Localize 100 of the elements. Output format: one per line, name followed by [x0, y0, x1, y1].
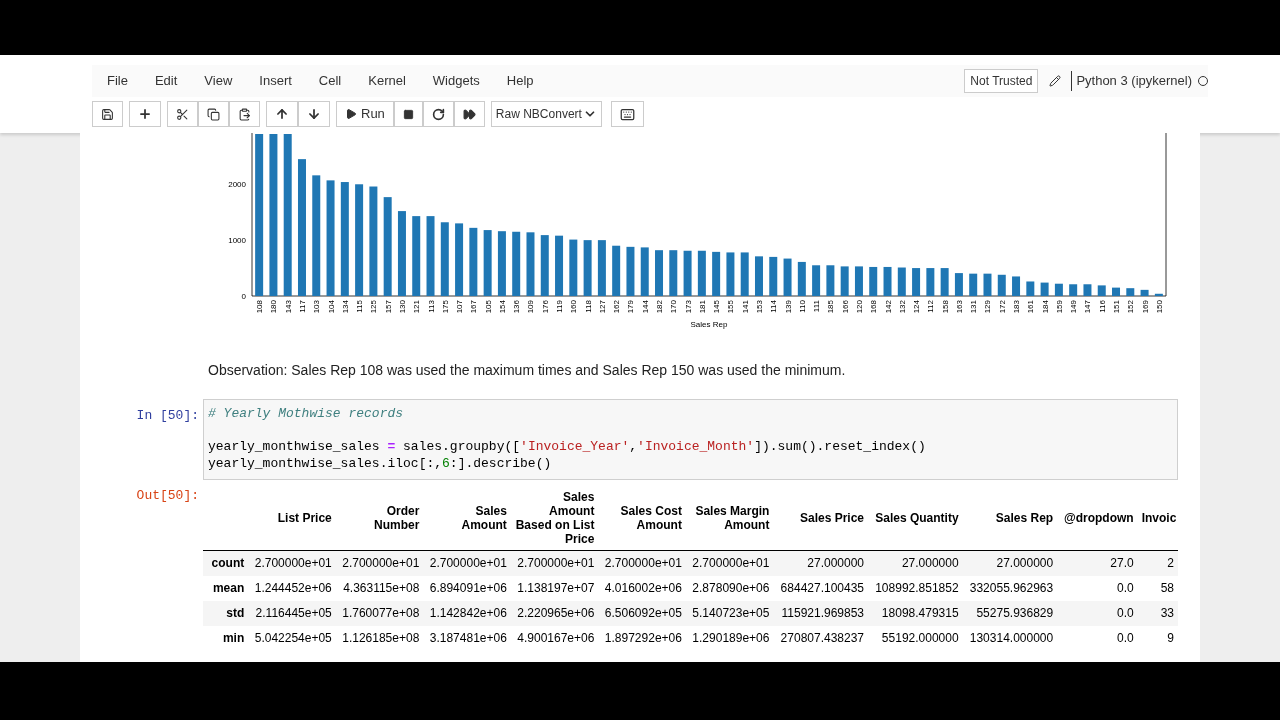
x-tick-label: 120 [854, 300, 864, 314]
column-header: List Price [248, 486, 336, 551]
y-tick-label: 1000 [228, 236, 246, 246]
x-tick-label: 109 [526, 300, 536, 314]
x-axis-label: Sales Rep [690, 320, 728, 329]
column-header: Invoic [1137, 486, 1178, 551]
x-tick-label: 143 [283, 300, 293, 314]
row-label: count [203, 550, 249, 576]
x-tick-label: 136 [512, 300, 522, 314]
row-label: min [203, 625, 249, 651]
x-tick-label: 103 [312, 300, 322, 314]
table-cell: 2.700000e+01 [335, 550, 424, 576]
x-tick-label: 118 [583, 300, 593, 313]
x-tick-label: 147 [1083, 300, 1093, 314]
x-tick-label: 175 [440, 300, 450, 314]
menu-item[interactable]: Kernel [368, 71, 406, 91]
column-header: Sales Margin Amount [685, 486, 774, 551]
table-cell: 9 [1137, 625, 1178, 651]
table-cell: 27.000000 [773, 550, 869, 576]
run-button[interactable]: Run [336, 101, 394, 127]
x-tick-label: 184 [1040, 300, 1050, 314]
x-tick-label: 127 [597, 300, 607, 314]
table-cell: 0.0 [1057, 600, 1138, 626]
x-tick-label: 182 [655, 300, 664, 314]
x-tick-label: 105 [483, 300, 493, 314]
table-cell: 1.126185e+08 [335, 625, 424, 651]
table-cell: 3.187481e+06 [423, 625, 511, 651]
x-tick-label: 169 [1140, 300, 1150, 314]
table-cell: 27.000000 [868, 550, 963, 576]
table-cell: 4.363115e+08 [335, 575, 424, 601]
table-cell: 1.897292e+06 [598, 625, 686, 651]
table-cell: 2.700000e+01 [598, 550, 686, 576]
x-tick-label: 185 [826, 300, 836, 314]
table-cell: 5.042254e+05 [248, 625, 336, 651]
row-label: std [203, 600, 249, 626]
cell-type-select[interactable]: Raw NBConvert [490, 101, 602, 127]
code-line: yearly_monthwise_sales = sales.groupby(['Invoice_Year','Invoice_Month']).sum().reset_index() [208, 439, 927, 456]
x-tick-label: 151 [1112, 300, 1121, 314]
x-tick-label: 150 [1154, 300, 1164, 314]
x-tick-label: 162 [612, 300, 622, 314]
table-cell: 0.0 [1057, 575, 1138, 601]
x-tick-label: 124 [912, 300, 922, 314]
x-tick-label: 160 [569, 300, 579, 314]
y-tick-label: 0 [241, 292, 246, 301]
column-header: Sales Quantity [868, 486, 963, 551]
table-cell: 1.142842e+06 [423, 600, 511, 626]
table-cell: 58 [1137, 575, 1178, 601]
menu-item[interactable]: Help [506, 71, 534, 91]
x-tick-label: 163 [954, 300, 964, 314]
table-cell: 332055.962963 [962, 575, 1058, 601]
x-tick-label: 158 [940, 300, 950, 314]
table-cell: 1.138197e+07 [510, 575, 599, 601]
x-tick-label: 142 [883, 300, 893, 314]
column-header: @dropdown [1057, 486, 1138, 551]
table-cell: 1.760077e+08 [335, 600, 424, 626]
table-cell: 108992.851852 [868, 575, 963, 601]
x-tick-label: 159 [1054, 300, 1064, 314]
table-cell: 6.506092e+05 [598, 600, 686, 626]
table-cell: 2 [1137, 550, 1178, 576]
table-cell: 5.140723e+05 [685, 600, 774, 626]
menu-item[interactable]: View [204, 71, 233, 91]
x-tick-label: 119 [555, 300, 565, 313]
x-tick-label: 167 [469, 300, 479, 314]
x-tick-label: 149 [1069, 300, 1079, 314]
table-cell: 4.016002e+06 [598, 575, 686, 601]
table-cell: 1.290189e+06 [685, 625, 774, 651]
table-cell: 684427.100435 [773, 575, 869, 601]
x-tick-label: 161 [1026, 300, 1036, 314]
table-cell: 2.700000e+01 [685, 550, 774, 576]
table-cell: 2.116445e+05 [248, 600, 336, 626]
x-tick-label: 166 [840, 300, 850, 314]
kernel-name: Python 3 (ipykernel) [1071, 71, 1192, 91]
trust-indicator[interactable]: Not Trusted [964, 69, 1039, 93]
x-tick-label: 116 [1097, 300, 1107, 313]
output-prompt: Out[50]: [135, 487, 200, 505]
x-tick-label: 168 [869, 300, 879, 314]
table-cell: 2.878090e+06 [685, 575, 774, 601]
x-tick-label: 179 [626, 300, 636, 314]
table-cell: 1.244452e+06 [248, 575, 336, 601]
x-tick-label: 104 [326, 300, 336, 314]
menu-item[interactable]: Edit [154, 71, 178, 91]
menu-item[interactable]: Widgets [432, 71, 480, 91]
column-header: Sales Amount Based on List Price [510, 486, 599, 551]
menu-item[interactable]: Insert [259, 71, 292, 91]
table-cell: 4.900167e+06 [510, 625, 599, 651]
column-header: Sales Amount [423, 486, 511, 551]
x-tick-label: 183 [1012, 300, 1022, 314]
x-tick-label: 112 [926, 300, 936, 313]
code-editor[interactable]: # Yearly Mothwise records yearly_monthwise_sales = sales.groupby(['Invoice_Year','Invoice_Month']).sum().reset_index() yearly_monthwise_sales.iloc[:,6:].describe() [203, 399, 1178, 480]
table-cell: 2.220965e+06 [510, 600, 599, 626]
table-cell: 55192.000000 [868, 625, 963, 651]
table-cell: 6.894091e+06 [423, 575, 511, 601]
menu-item[interactable]: File [107, 71, 128, 91]
observation-text: Observation: Sales Rep 108 was used the maximum times and Sales Rep 150 was used the minimum. [208, 361, 847, 380]
menu-item[interactable]: Cell [318, 71, 342, 91]
row-label: mean [203, 575, 249, 601]
column-header: Order Number [335, 486, 424, 551]
table-cell: 115921.969853 [773, 600, 869, 626]
x-tick-label: 157 [383, 300, 393, 314]
x-tick-label: 107 [455, 300, 465, 314]
